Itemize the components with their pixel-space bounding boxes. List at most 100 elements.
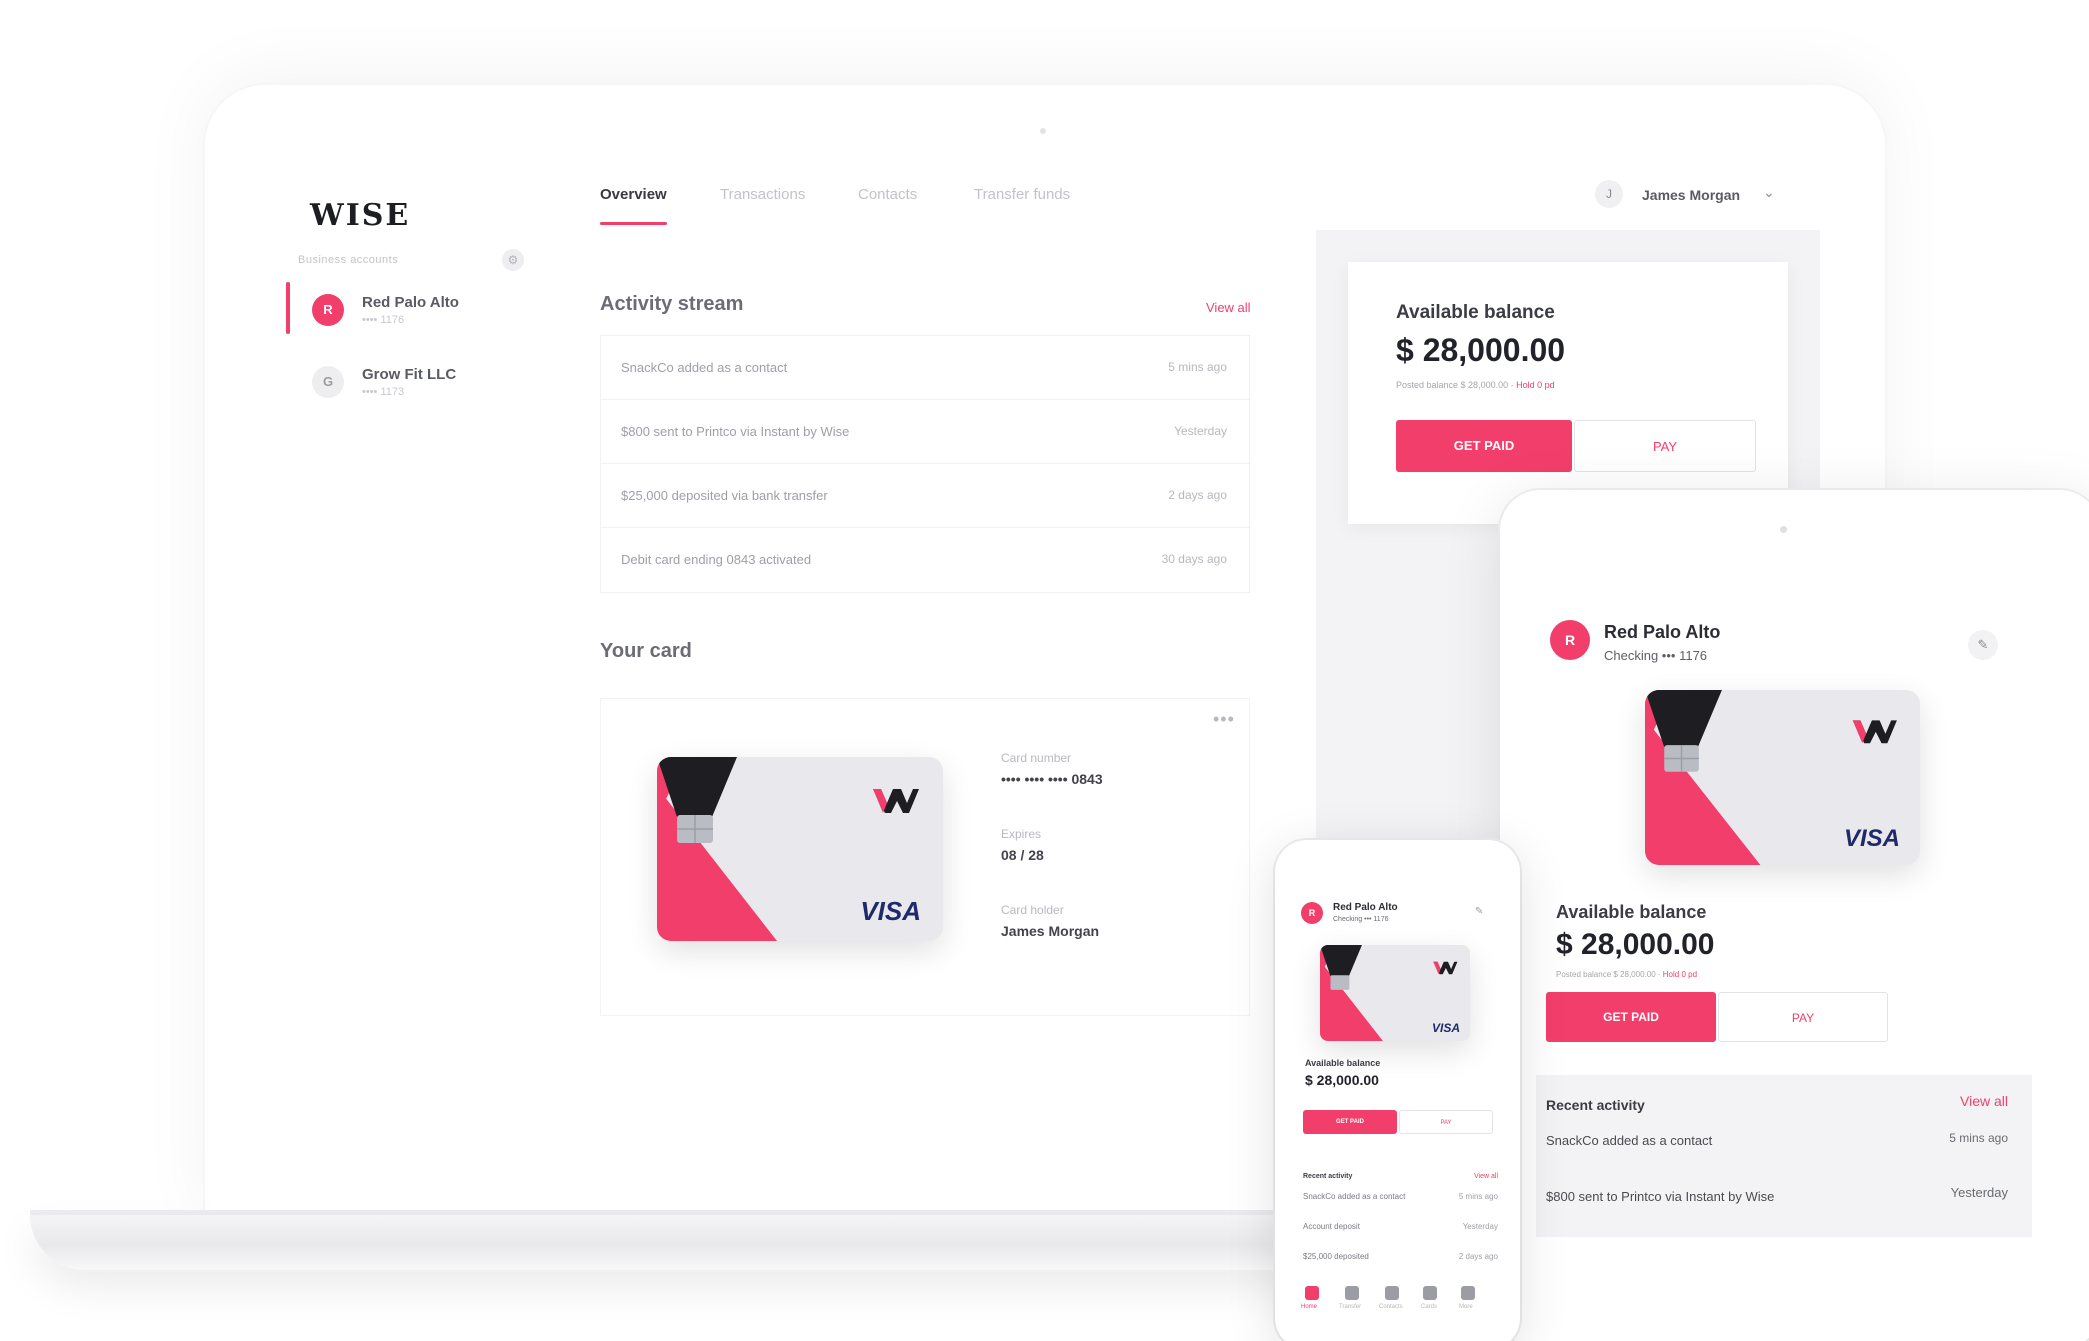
tab-overview[interactable]: Overview [600,186,667,225]
balance-card: Available balance $ 28,000.00 Posted bal… [1348,262,1788,524]
device-mockup-stage: WISE Business accounts ⚙ R Red Palo Alto… [0,0,2089,1341]
tablet-activity-time: Yesterday [1950,1185,2008,1200]
account-name: Red Palo Alto [362,294,459,311]
phone-view-all-link[interactable]: View all [1474,1173,1498,1180]
gear-icon[interactable]: ⚙ [502,249,524,271]
phone-get-paid-button[interactable]: GET PAID [1303,1110,1397,1134]
visa-logo: VISA [860,896,921,926]
activity-time: Yesterday [1174,424,1227,438]
more-icon[interactable] [1461,1286,1475,1300]
tablet-pay-button[interactable]: PAY [1718,992,1888,1042]
tablet-card-image[interactable]: VISA [1645,690,1920,865]
sidebar-account-red-palo-alto[interactable]: R Red Palo Alto •••• 1176 [286,282,598,344]
phone-card-image[interactable]: VISA [1320,945,1470,1041]
list-item[interactable]: $800 sent to Printco via Instant by Wise… [601,400,1249,464]
phone-nav-home[interactable]: Home [1301,1304,1317,1310]
visa-logo: VISA [1843,825,1900,852]
balance-note: Posted balance $ 28,000.00 · Hold 0 pd [1396,380,1555,390]
phone-activity-time: Yesterday [1462,1222,1498,1231]
sidebar-section-label: Business accounts [298,254,399,266]
tablet-account-name: Red Palo Alto [1604,622,1721,642]
balance-note-link[interactable]: Hold 0 pd [1516,380,1555,390]
get-paid-button[interactable]: GET PAID [1396,420,1572,472]
balance-amount: $ 28,000.00 [1396,332,1566,368]
phone-account-sub: Checking ••• 1176 [1333,916,1389,923]
phone-recent-title: Recent activity [1303,1173,1353,1180]
laptop-camera [1040,128,1046,134]
pay-button[interactable]: PAY [1574,420,1756,472]
card-number-value: •••• •••• •••• 0843 [1001,771,1103,787]
activity-view-all-link[interactable]: View all [1206,300,1251,315]
home-icon[interactable] [1305,1286,1319,1300]
phone-balance-amount: $ 28,000.00 [1305,1072,1379,1088]
activity-time: 5 mins ago [1168,360,1227,374]
contacts-icon[interactable] [1385,1286,1399,1300]
tablet-get-paid-button[interactable]: GET PAID [1546,992,1716,1042]
sidebar-account-grow-fit[interactable]: G Grow Fit LLC •••• 1173 [298,360,598,416]
tab-contacts[interactable]: Contacts [858,186,917,203]
card-expires-label: Expires [1001,827,1042,841]
activity-text: $800 sent to Printco via Instant by Wise [621,424,850,439]
your-card-title: Your card [600,640,692,662]
phone-activity-text: Account deposit [1303,1222,1360,1231]
activity-text: Debit card ending 0843 activated [621,552,812,567]
activity-stream-title: Activity stream [600,293,744,315]
tablet-activity-text: $800 sent to Printco via Instant by Wise [1546,1189,1775,1204]
phone-activity-text: $25,000 deposited [1303,1252,1369,1261]
balance-note-text: Posted balance $ 28,000.00 · [1396,380,1514,390]
list-item[interactable]: $25,000 deposited via bank transfer 2 da… [601,464,1249,528]
list-item[interactable]: SnackCo added as a contact 5 mins ago [601,336,1249,400]
account-avatar: R [1550,620,1590,660]
phone-nav-cards[interactable]: Cards [1421,1304,1437,1310]
activity-time: 30 days ago [1161,552,1227,566]
card-expires-value: 08 / 28 [1001,847,1044,863]
pencil-icon[interactable]: ✎ [1475,906,1483,917]
tablet-recent-activity-panel: Recent activity View all SnackCo added a… [1536,1075,2032,1237]
card-holder-value: James Morgan [1001,923,1100,939]
tablet-balance-note: Posted balance $ 28,000.00 · Hold 0 pd [1556,970,1697,979]
tablet-account-sub: Checking ••• 1176 [1604,648,1708,663]
card-number-label: Card number [1001,751,1072,765]
transfer-icon[interactable] [1345,1286,1359,1300]
wise-logo[interactable]: WISE [310,198,410,233]
account-avatar: R [312,294,344,326]
list-item[interactable]: Debit card ending 0843 activated 30 days… [601,528,1249,592]
activity-text: $25,000 deposited via bank transfer [621,488,828,503]
balance-note-link[interactable]: Hold 0 pd [1663,970,1697,979]
card-holder-label: Card holder [1001,903,1064,917]
phone-nav-more[interactable]: More [1459,1304,1473,1310]
visa-logo: VISA [1431,1021,1460,1035]
balance-note-text: Posted balance $ 28,000.00 · [1556,970,1661,979]
account-number: •••• 1173 [362,386,405,398]
tablet-view-all-link[interactable]: View all [1960,1093,2008,1109]
phone-pay-button[interactable]: PAY [1399,1110,1493,1134]
more-icon[interactable]: ••• [1213,709,1235,730]
tablet-balance-title: Available balance [1556,902,1707,922]
pencil-icon[interactable]: ✎ [1968,630,1998,660]
laptop-base [30,1215,1350,1270]
phone-frame: R Red Palo Alto Checking ••• 1176 ✎ VISA… [1275,840,1520,1341]
chevron-down-icon[interactable]: ⌄ [1763,184,1775,201]
cards-icon[interactable] [1423,1286,1437,1300]
activity-list: SnackCo added as a contact 5 mins ago $8… [600,335,1250,593]
tablet-activity-time: 5 mins ago [1949,1131,2008,1145]
phone-nav-transfer[interactable]: Transfer [1339,1304,1361,1310]
phone-activity-time: 2 days ago [1458,1252,1498,1261]
user-name[interactable]: James Morgan [1642,187,1740,203]
tablet-frame: R Red Palo Alto Checking ••• 1176 ✎ VISA… [1500,490,2089,1341]
account-avatar: G [312,366,344,398]
balance-title: Available balance [1396,302,1555,323]
tablet-camera [1780,526,1787,533]
user-avatar[interactable]: J [1595,180,1623,208]
card-panel: ••• VISA Card number •••• •••• •••• 0843… [600,698,1250,1016]
tablet-balance-amount: $ 28,000.00 [1556,928,1715,961]
debit-card-image[interactable]: VISA [657,757,943,941]
activity-text: SnackCo added as a contact [621,360,788,375]
tab-transfer-funds[interactable]: Transfer funds [974,186,1070,203]
phone-activity-text: SnackCo added as a contact [1303,1192,1406,1201]
tab-transactions[interactable]: Transactions [720,186,805,203]
account-avatar: R [1301,902,1323,924]
account-name: Grow Fit LLC [362,366,457,383]
phone-nav-contacts[interactable]: Contacts [1379,1304,1403,1310]
tablet-activity-text: SnackCo added as a contact [1546,1133,1713,1148]
